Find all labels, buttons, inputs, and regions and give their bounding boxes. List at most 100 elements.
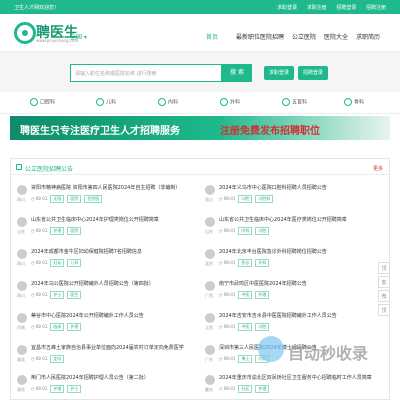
job-location: 浙江 [205, 197, 213, 202]
job-meta: ◷ 08-01 临床 护理 [31, 323, 82, 331]
welcome-text: 卫生人才网欢迎您！ [14, 5, 60, 11]
job-title[interactable]: 山东省公共卫生临床中心2024年护理类岗位公开招聘简章 [31, 216, 197, 223]
job-item[interactable]: 浙江 2024年义乌市中心医院口腔科招聘人员招聘公告 ◷ 08-01 口腔 口腔科 [205, 181, 385, 209]
job-title[interactable]: 2024年吉安市吉水县中医医院招聘编外工作人员公告 [219, 312, 385, 319]
top-bar: 卫生人才网欢迎您！ 求职登录 求职注册 招聘登录 招聘注册 [0, 0, 400, 14]
job-item[interactable]: 四川 2024年成都市金牛区妇幼保健院招聘7名招聘信息 ◷ 08-01 妇幼 儿科 [17, 245, 197, 273]
banner-right-text: 注册免费发布招聘职位 [220, 126, 320, 137]
job-item[interactable]: 河南 蒂谷市中心医院2024年公开招聘编外工作人员公告 ◷ 08-01 临床 护理 [17, 309, 197, 337]
job-title[interactable]: 荆门市人民医院2024年招聘护理人员公告（第二批） [31, 374, 197, 381]
hospital-avatar [17, 185, 27, 195]
search-row: 请输入职位名称或医院名称 进行搜索 搜 索 求职登录 招聘登录 [0, 52, 400, 92]
tooth-icon [30, 98, 38, 106]
recruit-register-link[interactable]: 招聘注册 [366, 5, 386, 11]
hospital-avatar [17, 375, 27, 385]
nav-home[interactable]: 首页 [206, 32, 218, 41]
job-title[interactable]: 宜昌市五峰土家族自治县事业单位面向2024届农村订单定向免费医学 [31, 344, 197, 351]
category-bar: 口腔科 儿科 内科 外科 五官科 骨科 [0, 92, 400, 114]
hospital-avatar [17, 313, 27, 323]
job-item[interactable]: 湖北 宜昌市五峰土家族自治县事业单位面向2024届农村订单定向免费医学 ◷ 08… [17, 341, 197, 369]
scalpel-icon [220, 98, 228, 106]
promo-banner[interactable]: 聘医生只专注医疗卫生人才招聘服务 注册免费发布招聘职位 [10, 116, 390, 140]
recruit-login-link[interactable]: 招聘登录 [336, 5, 356, 11]
category-ent[interactable]: 五官科 [282, 98, 307, 106]
job-item[interactable]: 湖北 荆门市人民医院2024年招聘护理人员公告（第二批） ◷ 08-01 护理 护士 [17, 371, 197, 399]
side-button[interactable]: 顶 [378, 262, 390, 274]
heart-icon [158, 98, 166, 106]
job-meta: ◷ 08-01 护理 医院 [31, 227, 82, 235]
job-title[interactable]: 山东省公共卫生临床中心2024年医疗类岗位公开招聘简章 [219, 216, 385, 223]
job-title[interactable]: 2024年乌公医院公开招聘编外人员招聘公告（第四批） [31, 280, 197, 287]
search-button[interactable]: 搜 索 [222, 64, 252, 82]
hospital-avatar [205, 281, 215, 291]
job-title[interactable]: 2024年义乌市中心医院口腔科招聘人员招聘公告 [219, 184, 385, 191]
job-location: 湖北 [17, 387, 25, 392]
recruit-login-button[interactable]: 招聘登录 [298, 66, 328, 80]
side-button[interactable]: 客 [378, 276, 390, 288]
job-location: 江西 [205, 325, 213, 330]
watermark-text: 自动秒收录 [288, 344, 369, 363]
job-item[interactable]: 江西 2024年吉安市吉水县中医医院招聘编外工作人员公告 ◷ 08-01 中医 口腔 [205, 309, 385, 337]
hospital-avatar [205, 185, 215, 195]
header: 聘医生 www.pinyisheng.com 全国 ▾ 首页 最新职位 医院招聘… [0, 14, 400, 52]
job-item[interactable]: 山东 山东省公共卫生临床中心2024年护理类岗位公开招聘简章 ◷ 08-01 护理… [17, 213, 197, 241]
job-meta: ◷ 08-01 口腔 口腔科 [219, 195, 274, 203]
job-location: 四川 [17, 197, 25, 202]
search-input[interactable]: 请输入职位名称或医院名称 进行搜索 [70, 64, 222, 82]
job-meta: ◷ 08-01 中医 护理 [219, 291, 270, 299]
ear-icon [282, 98, 290, 106]
banner-left-text: 聘医生只专注医疗卫生人才招聘服务 [20, 126, 180, 137]
nav-resume[interactable]: 求职简历 [356, 32, 380, 41]
job-location: 四川 [17, 261, 25, 266]
top-links: 求职登录 求职注册 招聘登录 招聘注册 [269, 4, 386, 11]
job-item[interactable]: 四川 2024年乌公医院公开招聘编外人员招聘公告（第四批） ◷ 08-01 护士医… [17, 277, 197, 305]
job-item[interactable]: 四川 资阳市精神病医院 资阳市第四人民医院2024年自主招聘（非编制） ◷ 08… [17, 181, 197, 209]
job-item[interactable]: 重庆 2024年重庆市渝北区双凤桥社区卫生服务中心招聘临时工作人员简章 ◷ 08… [205, 371, 385, 399]
job-title[interactable]: 2024年北京丰台医院急诊外科招聘岗位招聘公告 [219, 248, 385, 255]
side-button[interactable]: 顶 [378, 304, 390, 316]
job-location: 山东 [205, 229, 213, 234]
doc-icon [16, 164, 22, 170]
job-location: 河南 [17, 325, 25, 330]
side-button[interactable]: 微 [378, 290, 390, 302]
city-selector[interactable]: 全国 ▾ [70, 32, 87, 41]
job-location: 北京 [205, 261, 213, 266]
job-title[interactable]: 南宁市武鸣区中医医院2024年招聘公告 [219, 280, 385, 287]
logo-icon [14, 22, 36, 44]
watermark: 自动秒收录 [258, 336, 390, 366]
job-location: 湖北 [17, 357, 25, 362]
more-link[interactable]: 更多 [373, 165, 383, 172]
job-title[interactable]: 2024年成都市金牛区妇幼保健院招聘7名招聘信息 [31, 248, 197, 255]
bone-icon [344, 98, 352, 106]
category-internal[interactable]: 内科 [158, 98, 178, 106]
job-login-link[interactable]: 求职登录 [277, 5, 297, 11]
nav-hospital-directory[interactable]: 医院大全 [324, 32, 348, 41]
job-meta: ◷ 08-01 妇幼 儿科 [31, 259, 82, 267]
job-meta: ◷ 08-01 急诊 外科 [219, 259, 270, 267]
job-register-link[interactable]: 求职注册 [307, 5, 327, 11]
job-title[interactable]: 资阳市精神病医院 资阳市第四人民医院2024年自主招聘（非编制） [31, 184, 197, 191]
job-item[interactable]: 广西 南宁市武鸣区中医医院2024年招聘公告 ◷ 08-01 中医 护理 [205, 277, 385, 305]
job-location: 重庆 [205, 387, 213, 392]
hospital-avatar [17, 249, 27, 259]
nav-hospital-recruit[interactable]: 医院招聘 [260, 32, 284, 41]
hospital-avatar [17, 217, 27, 227]
job-title[interactable]: 2024年重庆市渝北区双凤桥社区卫生服务中心招聘临时工作人员简章 [219, 374, 385, 381]
category-pediatrics[interactable]: 儿科 [96, 98, 116, 106]
hospital-avatar [205, 375, 215, 385]
job-item[interactable]: 北京 2024年北京丰台医院急诊外科招聘岗位招聘公告 ◷ 08-01 急诊 外科 [205, 245, 385, 273]
child-icon [96, 98, 104, 106]
job-login-button[interactable]: 求职登录 [264, 66, 294, 80]
job-meta: ◷ 08-01 护士 医生 [31, 291, 82, 299]
category-surgery[interactable]: 外科 [220, 98, 240, 106]
job-title[interactable]: 蒂谷市中心医院2024年公开招聘编外工作人员公告 [31, 312, 197, 319]
category-dental[interactable]: 口腔科 [30, 98, 55, 106]
watermark-logo-icon [258, 336, 284, 362]
hospital-avatar [205, 217, 215, 227]
job-meta: ◷ 08-01 中医 口腔 [219, 323, 270, 331]
nav-latest-jobs[interactable]: 最新职位 [236, 32, 260, 41]
category-orthopedics[interactable]: 骨科 [344, 98, 364, 106]
nav-public-hospital[interactable]: 公立医院 [292, 32, 316, 41]
job-item[interactable]: 山东 山东省公共卫生临床中心2024年医疗类岗位公开招聘简章 ◷ 08-01 内科… [205, 213, 385, 241]
section-title: 公立医院招聘公告 [25, 166, 74, 173]
